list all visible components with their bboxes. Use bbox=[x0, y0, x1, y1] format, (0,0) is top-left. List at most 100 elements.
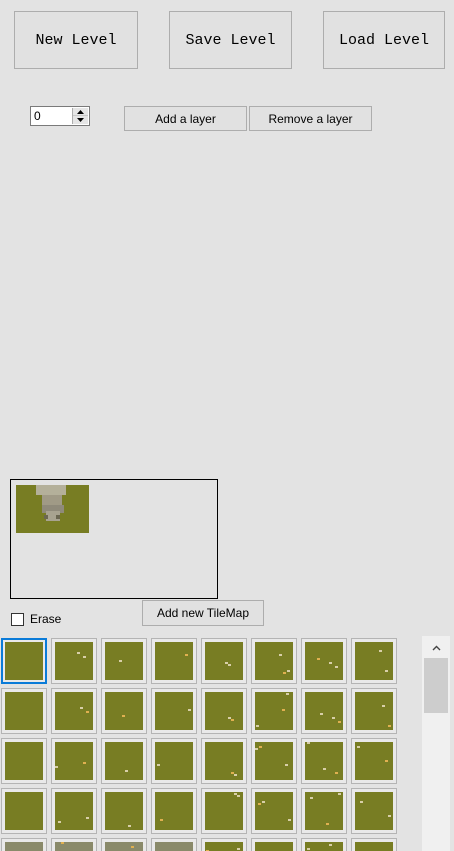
tile-speck bbox=[332, 717, 335, 719]
tile-image bbox=[55, 742, 93, 780]
erase-checkbox[interactable]: Erase bbox=[11, 612, 61, 626]
scrollbar-thumb[interactable] bbox=[424, 658, 448, 713]
tile-speck bbox=[357, 746, 360, 748]
tilemap-preview-image bbox=[16, 485, 89, 533]
tile-speck bbox=[285, 764, 288, 766]
tile-speck bbox=[231, 719, 234, 721]
tile-speck bbox=[160, 819, 163, 821]
layer-number-value[interactable]: 0 bbox=[34, 109, 41, 123]
tile-image bbox=[55, 692, 93, 730]
tile-image bbox=[255, 792, 293, 830]
tile-image bbox=[5, 642, 43, 680]
tile-speck bbox=[320, 713, 323, 715]
tile-cell[interactable] bbox=[251, 788, 297, 834]
layer-number-spinner[interactable]: 0 bbox=[30, 106, 90, 126]
tile-cell[interactable] bbox=[51, 638, 97, 684]
triangle-down-icon[interactable] bbox=[73, 115, 88, 124]
tile-cell[interactable] bbox=[351, 638, 397, 684]
new-level-button[interactable]: New Level bbox=[14, 11, 138, 69]
tile-cell[interactable] bbox=[301, 738, 347, 784]
tile-speck bbox=[335, 772, 338, 774]
tile-cell[interactable] bbox=[301, 788, 347, 834]
tile-cell[interactable] bbox=[351, 688, 397, 734]
tile-image bbox=[105, 842, 143, 851]
tile-cell[interactable] bbox=[351, 788, 397, 834]
tile-cell[interactable] bbox=[51, 788, 97, 834]
tile-speck bbox=[55, 766, 58, 768]
tile-cell[interactable] bbox=[201, 838, 247, 851]
tile-cell[interactable] bbox=[201, 788, 247, 834]
tile-cell[interactable] bbox=[351, 838, 397, 851]
tile-cell[interactable] bbox=[101, 788, 147, 834]
tile-image bbox=[355, 692, 393, 730]
chevron-up-icon[interactable] bbox=[422, 640, 450, 656]
tile-image bbox=[355, 792, 393, 830]
tile-speck bbox=[323, 768, 326, 770]
tile-cell[interactable] bbox=[51, 688, 97, 734]
tile-cell[interactable] bbox=[301, 838, 347, 851]
erase-label: Erase bbox=[30, 612, 62, 626]
tile-cell[interactable] bbox=[51, 838, 97, 851]
tile-speck bbox=[256, 725, 259, 727]
tile-cell[interactable] bbox=[101, 638, 147, 684]
tile-speck bbox=[335, 666, 338, 668]
tile-speck bbox=[86, 817, 89, 819]
tile-cell[interactable] bbox=[351, 738, 397, 784]
remove-layer-button[interactable]: Remove a layer bbox=[249, 106, 372, 131]
tile-cell[interactable] bbox=[201, 738, 247, 784]
tile-cell[interactable] bbox=[251, 638, 297, 684]
tile-speck bbox=[282, 709, 285, 711]
tile-cell[interactable] bbox=[151, 738, 197, 784]
erase-checkbox-box[interactable] bbox=[11, 612, 24, 626]
tile-cell[interactable] bbox=[151, 838, 197, 851]
tile-cell[interactable] bbox=[251, 688, 297, 734]
tile-cell[interactable] bbox=[251, 838, 297, 851]
tile-cell[interactable] bbox=[251, 738, 297, 784]
tile-cell[interactable] bbox=[151, 788, 197, 834]
tile-cell[interactable] bbox=[201, 688, 247, 734]
tile-cell[interactable] bbox=[1, 638, 47, 684]
save-level-button[interactable]: Save Level bbox=[169, 11, 292, 69]
tile-cell[interactable] bbox=[51, 738, 97, 784]
tile-speck bbox=[382, 705, 385, 707]
tile-speck bbox=[287, 670, 290, 672]
add-layer-button[interactable]: Add a layer bbox=[124, 106, 247, 131]
tile-speck bbox=[119, 660, 122, 662]
tile-speck bbox=[80, 707, 83, 709]
tile-speck bbox=[385, 670, 388, 672]
tile-image bbox=[5, 842, 43, 851]
tile-cell[interactable] bbox=[1, 838, 47, 851]
spinner-buttons bbox=[72, 108, 88, 124]
tile-cell[interactable] bbox=[151, 638, 197, 684]
tile-cell[interactable] bbox=[101, 738, 147, 784]
tile-cell[interactable] bbox=[1, 738, 47, 784]
tile-speck bbox=[122, 715, 125, 717]
tile-speck bbox=[326, 823, 329, 825]
tile-speck bbox=[307, 742, 310, 744]
tile-cell[interactable] bbox=[101, 838, 147, 851]
tile-speck bbox=[329, 844, 332, 846]
tile-image bbox=[355, 742, 393, 780]
tile-speck bbox=[86, 711, 89, 713]
tile-cell[interactable] bbox=[151, 688, 197, 734]
tile-palette-scrollbar[interactable] bbox=[422, 636, 450, 851]
tile-cell[interactable] bbox=[1, 788, 47, 834]
tile-speck bbox=[228, 664, 231, 666]
tile-image bbox=[305, 742, 343, 780]
tile-cell[interactable] bbox=[201, 638, 247, 684]
tile-speck bbox=[283, 672, 286, 674]
tile-cell[interactable] bbox=[101, 688, 147, 734]
tile-cell[interactable] bbox=[301, 638, 347, 684]
load-level-button[interactable]: Load Level bbox=[323, 11, 445, 69]
add-tilemap-button[interactable]: Add new TileMap bbox=[142, 600, 264, 626]
tilemap-preview[interactable] bbox=[10, 479, 218, 599]
tile-image bbox=[205, 842, 243, 851]
tile-speck bbox=[237, 848, 240, 850]
tile-image bbox=[305, 792, 343, 830]
tile-image bbox=[105, 792, 143, 830]
tile-image bbox=[5, 692, 43, 730]
tile-cell[interactable] bbox=[1, 688, 47, 734]
tile-speck bbox=[188, 709, 191, 711]
tile-cell[interactable] bbox=[301, 688, 347, 734]
tile-image bbox=[255, 692, 293, 730]
